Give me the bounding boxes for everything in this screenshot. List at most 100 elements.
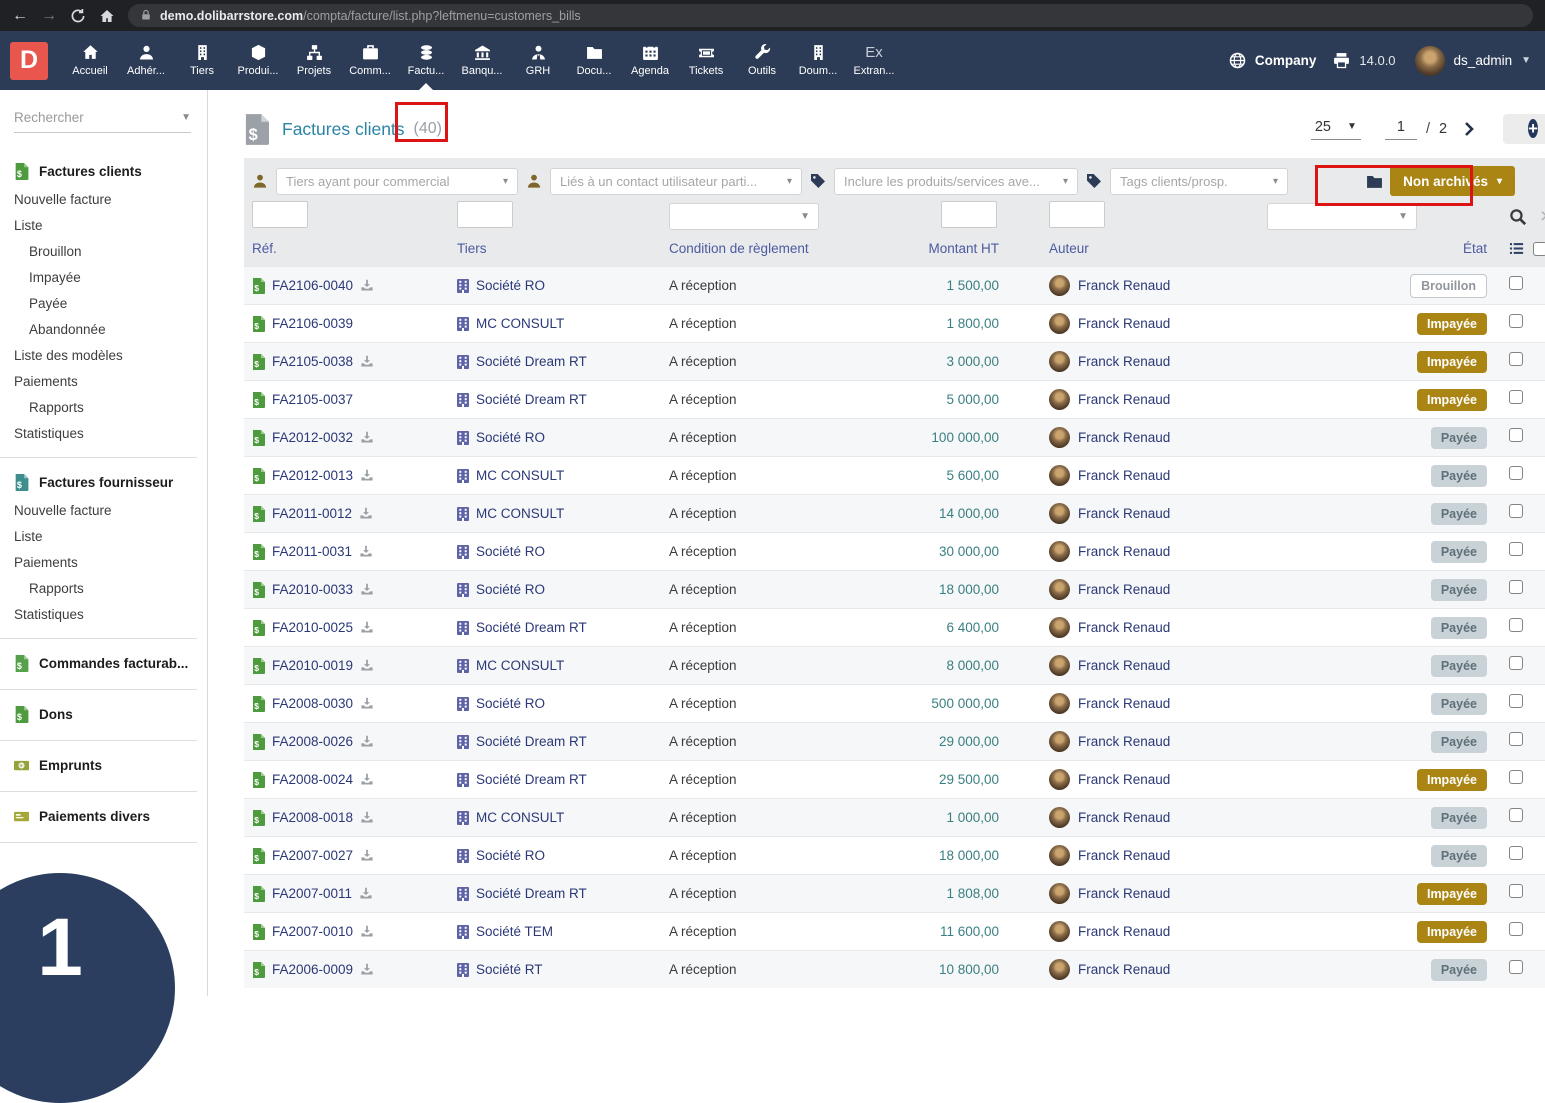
top-menu-item-comm[interactable]: Comm... xyxy=(342,31,398,90)
user-avatar[interactable] xyxy=(1414,45,1445,76)
invoice-ref-link[interactable]: FA2008-0018 xyxy=(272,810,353,825)
top-menu-item-adhr[interactable]: Adhér... xyxy=(118,31,174,90)
row-checkbox[interactable] xyxy=(1509,960,1523,974)
invoice-ref-link[interactable]: FA2010-0025 xyxy=(272,620,353,635)
condition-filter-select[interactable]: ▼ xyxy=(669,203,819,230)
invoice-ref-link[interactable]: FA2007-0010 xyxy=(272,924,353,939)
sidebar-item-nouvelle-facture[interactable]: Nouvelle facture xyxy=(0,187,207,213)
sidebar-section-paiements-divers[interactable]: Paiements divers xyxy=(0,802,207,832)
company-link[interactable]: Société Dream RT xyxy=(476,886,587,901)
amount-search-input[interactable] xyxy=(941,200,997,228)
company-link[interactable]: Société RO xyxy=(476,696,545,711)
username-menu[interactable]: ds_admin xyxy=(1454,53,1513,68)
author-link[interactable]: Franck Renaud xyxy=(1078,848,1170,863)
sidebar-search-input[interactable]: Rechercher ▼ xyxy=(14,110,191,133)
filter-select-2[interactable]: Liés à un contact utilisateur parti... ▾ xyxy=(550,167,802,195)
author-link[interactable]: Franck Renaud xyxy=(1078,544,1170,559)
row-checkbox[interactable] xyxy=(1509,656,1523,670)
author-search-input[interactable] xyxy=(1049,200,1105,228)
invoice-ref-link[interactable]: FA2006-0009 xyxy=(272,962,353,977)
sidebar-item-rapports[interactable]: Rapports xyxy=(0,395,207,421)
author-link[interactable]: Franck Renaud xyxy=(1078,734,1170,749)
column-header-condition-de-r-glement[interactable]: Condition de règlement xyxy=(669,241,891,256)
row-checkbox[interactable] xyxy=(1509,314,1523,328)
sidebar-item-statistiques[interactable]: Statistiques xyxy=(0,602,207,628)
top-menu-item-factu[interactable]: Factu... xyxy=(398,31,454,90)
row-checkbox[interactable] xyxy=(1509,846,1523,860)
company-link[interactable]: Société Dream RT xyxy=(476,772,587,787)
author-link[interactable]: Franck Renaud xyxy=(1078,658,1170,673)
company-link[interactable]: Société RO xyxy=(476,544,545,559)
download-icon[interactable] xyxy=(360,469,374,483)
invoice-ref-link[interactable]: FA2106-0040 xyxy=(272,278,353,293)
company-link[interactable]: Société Dream RT xyxy=(476,620,587,635)
top-menu-item-extran[interactable]: Ex Extran... xyxy=(846,31,902,90)
download-icon[interactable] xyxy=(360,583,374,597)
dolibarr-logo[interactable]: D xyxy=(10,41,48,80)
invoice-ref-link[interactable]: FA2010-0019 xyxy=(272,658,353,673)
tiers-search-input[interactable] xyxy=(457,200,513,228)
invoice-ref-link[interactable]: FA2012-0013 xyxy=(272,468,353,483)
invoice-ref-link[interactable]: FA2011-0012 xyxy=(272,506,352,521)
author-link[interactable]: Franck Renaud xyxy=(1078,620,1170,635)
author-link[interactable]: Franck Renaud xyxy=(1078,278,1170,293)
archive-filter-button[interactable]: Non archivés ▾ xyxy=(1390,166,1515,196)
company-link[interactable]: MC CONSULT xyxy=(476,468,564,483)
top-menu-item-outils[interactable]: Outils xyxy=(734,31,790,90)
sidebar-item-paiements[interactable]: Paiements xyxy=(0,550,207,576)
page-size-select[interactable]: 25 ▼ xyxy=(1310,119,1361,140)
author-link[interactable]: Franck Renaud xyxy=(1078,772,1170,787)
invoice-ref-link[interactable]: FA2008-0024 xyxy=(272,772,353,787)
select-all-checkbox[interactable] xyxy=(1533,241,1545,256)
invoice-ref-link[interactable]: FA2106-0039 xyxy=(272,316,353,331)
column-header-montant-ht[interactable]: Montant HT xyxy=(928,241,999,256)
row-checkbox[interactable] xyxy=(1509,732,1523,746)
invoice-ref-link[interactable]: FA2105-0038 xyxy=(272,354,353,369)
author-link[interactable]: Franck Renaud xyxy=(1078,316,1170,331)
row-checkbox[interactable] xyxy=(1509,580,1523,594)
top-menu-item-produi[interactable]: Produi... xyxy=(230,31,286,90)
next-page-button[interactable] xyxy=(1461,121,1477,137)
top-menu-item-docu[interactable]: Docu... xyxy=(566,31,622,90)
column-header--tat[interactable]: État xyxy=(1463,241,1487,256)
company-link[interactable]: MC CONSULT xyxy=(476,810,564,825)
top-menu-item-projets[interactable]: Projets xyxy=(286,31,342,90)
company-link[interactable]: Société RO xyxy=(476,278,545,293)
filter-select-3[interactable]: Inclure les produits/services ave... ▾ xyxy=(834,167,1078,195)
sidebar-item-liste-des-mod-les[interactable]: Liste des modèles xyxy=(0,343,207,369)
row-checkbox[interactable] xyxy=(1509,352,1523,366)
invoice-ref-link[interactable]: FA2010-0033 xyxy=(272,582,353,597)
clear-filters-icon[interactable]: × xyxy=(1540,206,1545,227)
sidebar-section-factures-fournisseur[interactable]: $ Factures fournisseur xyxy=(0,468,207,498)
company-link[interactable]: Société RO xyxy=(476,582,545,597)
download-icon[interactable] xyxy=(359,545,373,559)
sidebar-item-nouvelle-facture[interactable]: Nouvelle facture xyxy=(0,498,207,524)
sidebar-item-pay-e[interactable]: Payée xyxy=(0,291,207,317)
top-menu-item-doum[interactable]: Doum... xyxy=(790,31,846,90)
author-link[interactable]: Franck Renaud xyxy=(1078,924,1170,939)
row-checkbox[interactable] xyxy=(1509,884,1523,898)
row-checkbox[interactable] xyxy=(1509,694,1523,708)
download-icon[interactable] xyxy=(360,355,374,369)
sidebar-item-liste[interactable]: Liste xyxy=(0,213,207,239)
sidebar-item-brouillon[interactable]: Brouillon xyxy=(0,239,207,265)
download-icon[interactable] xyxy=(359,507,373,521)
row-checkbox[interactable] xyxy=(1509,276,1523,290)
row-checkbox[interactable] xyxy=(1509,808,1523,822)
sidebar-item-liste[interactable]: Liste xyxy=(0,524,207,550)
download-icon[interactable] xyxy=(360,279,374,293)
company-link[interactable]: MC CONSULT xyxy=(476,658,564,673)
download-icon[interactable] xyxy=(360,621,374,635)
new-invoice-button[interactable]: + xyxy=(1503,114,1545,144)
author-link[interactable]: Franck Renaud xyxy=(1078,468,1170,483)
company-link[interactable]: Société RO xyxy=(476,848,545,863)
row-checkbox[interactable] xyxy=(1509,542,1523,556)
row-checkbox[interactable] xyxy=(1509,466,1523,480)
download-icon[interactable] xyxy=(359,887,373,901)
top-menu-item-accueil[interactable]: Accueil xyxy=(62,31,118,90)
author-link[interactable]: Franck Renaud xyxy=(1078,430,1170,445)
author-link[interactable]: Franck Renaud xyxy=(1078,962,1170,977)
row-checkbox[interactable] xyxy=(1509,922,1523,936)
download-icon[interactable] xyxy=(360,431,374,445)
sidebar-item-paiements[interactable]: Paiements xyxy=(0,369,207,395)
